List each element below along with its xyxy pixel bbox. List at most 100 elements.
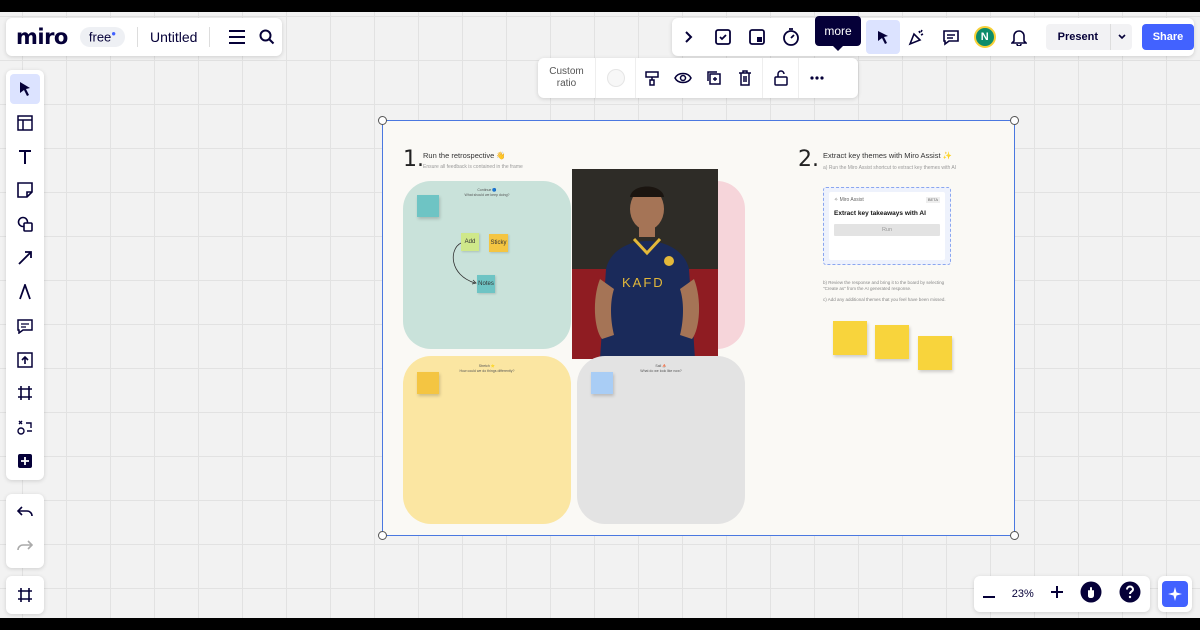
- player-photo-image: KAFD: [572, 169, 718, 359]
- divider: [798, 58, 799, 98]
- step-title: Extract key themes with Miro Assist ✨: [823, 151, 952, 160]
- sticky-note[interactable]: [591, 372, 613, 394]
- menu-icon[interactable]: [222, 20, 252, 54]
- help-icon[interactable]: [1119, 581, 1141, 608]
- sticky-note-tool-icon[interactable]: [10, 175, 40, 205]
- step-title: Run the retrospective 👋: [423, 151, 506, 160]
- search-icon[interactable]: [252, 20, 282, 54]
- redo-icon[interactable]: [10, 531, 40, 561]
- miro-assist-inner: ✧ Miro Assist BETA Extract key takeaways…: [829, 192, 945, 260]
- present-label: Present: [1057, 31, 1099, 43]
- sticky-note[interactable]: [875, 325, 909, 359]
- undo-icon[interactable]: [10, 497, 40, 527]
- zoom-controls: 23%: [974, 576, 1150, 612]
- connection-line-icon[interactable]: [10, 243, 40, 273]
- sticky-note[interactable]: [833, 321, 867, 355]
- player-photo[interactable]: KAFD: [572, 169, 718, 359]
- upload-icon[interactable]: [10, 345, 40, 375]
- miro-assist-name-text: Miro Assist: [839, 197, 864, 203]
- quadrant-sail[interactable]: Sail ⛵ What do we look like now?: [577, 356, 745, 524]
- miro-logo[interactable]: miro: [16, 25, 68, 49]
- quadrant-heading: Stretch ⭐: [478, 364, 496, 368]
- sticky-note[interactable]: [918, 336, 952, 370]
- more-tooltip: more: [815, 16, 861, 51]
- step-number: 1.: [403, 147, 424, 172]
- frames-panel-button[interactable]: [6, 576, 44, 614]
- templates-icon[interactable]: [706, 20, 740, 54]
- diagramming-icon[interactable]: [10, 412, 40, 442]
- plan-badge-star: ●: [111, 29, 117, 39]
- divider: [209, 27, 211, 47]
- select-tool-icon[interactable]: [10, 74, 40, 104]
- quadrant-continue[interactable]: Continue 🔵 What should we keep doing? Ad…: [403, 181, 571, 349]
- text-tool-icon[interactable]: [10, 142, 40, 172]
- step-note: c) Add any additional themes that you fe…: [823, 297, 946, 302]
- avatar-initial: N: [973, 26, 996, 48]
- chevron-down-icon[interactable]: [1110, 24, 1132, 50]
- plan-badge-label: free: [88, 29, 112, 45]
- cursor-sharing-icon[interactable]: [865, 20, 900, 54]
- eye-icon[interactable]: [667, 61, 698, 95]
- step-number: 2.: [798, 147, 819, 172]
- ratio-selector[interactable]: Custom ratio: [538, 58, 596, 98]
- undo-redo-panel: [6, 494, 44, 568]
- frames-icon: [18, 588, 32, 602]
- divider: [762, 58, 763, 98]
- duplicate-icon[interactable]: [698, 61, 729, 95]
- timer-icon[interactable]: [774, 20, 808, 54]
- zoom-out-icon[interactable]: [982, 585, 995, 603]
- retrospective-frame[interactable]: 1. Run the retrospective 👋 Ensure all fe…: [378, 116, 1019, 540]
- creation-toolbar: [6, 70, 44, 480]
- user-avatar[interactable]: N: [968, 20, 1002, 54]
- frame-tool-icon[interactable]: [10, 378, 40, 408]
- zoom-in-icon[interactable]: [1051, 585, 1063, 603]
- ratio-label-2: ratio: [556, 78, 577, 89]
- shapes-tool-icon[interactable]: [10, 209, 40, 239]
- quadrant-stretch[interactable]: Stretch ⭐ How could we do things differe…: [403, 356, 571, 524]
- share-button[interactable]: Share: [1142, 24, 1194, 50]
- resize-handle[interactable]: [1010, 531, 1019, 540]
- fill-color-picker[interactable]: [596, 58, 636, 98]
- templates-tool-icon[interactable]: [10, 108, 40, 138]
- sticky-note[interactable]: [417, 195, 439, 217]
- comment-tool-icon[interactable]: [10, 311, 40, 341]
- frame-context-toolbar: Custom ratio: [538, 58, 858, 98]
- more-apps-icon[interactable]: [10, 446, 40, 476]
- apps-icon[interactable]: [740, 20, 774, 54]
- celebrate-icon[interactable]: [900, 20, 934, 54]
- svg-text:KAFD: KAFD: [622, 275, 665, 290]
- quadrant-heading: Sail ⛵: [655, 364, 667, 368]
- plan-badge[interactable]: free●: [79, 27, 126, 47]
- connector-line[interactable]: [447, 241, 481, 287]
- sticky-note[interactable]: Sticky: [489, 234, 508, 252]
- notifications-icon[interactable]: [1002, 20, 1036, 54]
- miro-assist-name: ✧ Miro Assist: [834, 197, 864, 203]
- delete-icon[interactable]: [729, 61, 760, 95]
- step-subtitle: a) Run the Miro Assist shortcut to extra…: [823, 165, 957, 171]
- chevron-right-icon[interactable]: [672, 20, 706, 54]
- resize-handle[interactable]: [1010, 116, 1019, 125]
- pen-tool-icon[interactable]: [10, 277, 40, 307]
- comments-icon[interactable]: [934, 20, 968, 54]
- zoom-level[interactable]: 23%: [1012, 588, 1034, 600]
- sticky-note[interactable]: [417, 372, 439, 394]
- sparkle-icon: [1162, 581, 1188, 607]
- quadrant-heading: Continue 🔵: [477, 188, 497, 192]
- board-title[interactable]: Untitled: [150, 29, 197, 45]
- divider: [137, 27, 138, 47]
- ratio-label-1: Custom: [549, 66, 584, 77]
- run-button[interactable]: Run: [834, 224, 940, 236]
- collaboration-toolbar: N Present Share: [672, 18, 1194, 56]
- hand-tool-icon[interactable]: [1080, 581, 1102, 608]
- unlock-icon[interactable]: [765, 61, 796, 95]
- resize-handle[interactable]: [378, 116, 387, 125]
- miro-assist-card[interactable]: ✧ Miro Assist BETA Extract key takeaways…: [823, 187, 951, 265]
- board-canvas[interactable]: miro free● Untitled N Present Share more…: [0, 12, 1200, 618]
- board-header-panel: miro free● Untitled: [6, 18, 282, 56]
- resize-handle[interactable]: [378, 531, 387, 540]
- more-options-icon[interactable]: [801, 61, 832, 95]
- format-painter-icon[interactable]: [636, 61, 667, 95]
- miro-assist-button[interactable]: [1158, 576, 1192, 612]
- present-button[interactable]: Present: [1045, 24, 1133, 50]
- fill-color-swatch: [606, 69, 625, 87]
